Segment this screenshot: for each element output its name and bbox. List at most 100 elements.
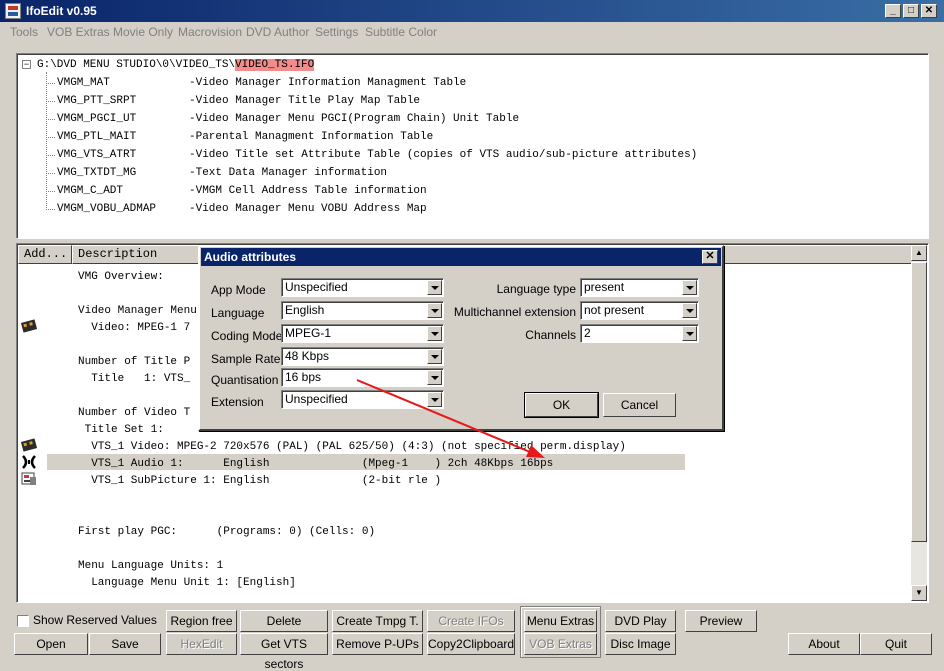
disc-image-button[interactable]: Disc Image (605, 633, 676, 655)
list-line[interactable]: Video: MPEG-1 7 (78, 320, 190, 336)
chevron-down-icon[interactable] (427, 370, 442, 385)
delete-playback-button[interactable]: Delete Playback (240, 610, 328, 648)
title-bar: IfoEdit v0.95 _ □ ✕ (0, 0, 944, 22)
vob-extras-button[interactable]: VOB Extras (524, 633, 597, 655)
language-value: English (285, 303, 325, 317)
quit-button[interactable]: Quit (860, 633, 932, 655)
language-type-select[interactable]: present (580, 278, 699, 297)
tree-item-desc: -Video Manager Information Managment Tab… (189, 77, 467, 89)
scroll-up-button[interactable]: ▲ (911, 245, 927, 261)
show-reserved-checkbox[interactable] (17, 615, 29, 627)
chevron-down-icon[interactable] (427, 392, 442, 407)
tree-root-node[interactable]: G:\DVD MENU STUDIO\0\VIDEO_TS\VIDEO_TS.I… (37, 57, 315, 73)
tree-root-file: VIDEO_TS.IFO (235, 59, 315, 71)
scroll-down-button[interactable]: ▼ (911, 585, 927, 601)
ok-button[interactable]: OK (524, 392, 599, 418)
app-mode-label: App Mode (211, 283, 266, 297)
scroll-thumb[interactable] (911, 262, 927, 542)
chevron-down-icon[interactable] (427, 349, 442, 364)
tree-item-name: VMGM_VOBU_ADMAP (57, 203, 157, 215)
show-reserved-label: Show Reserved Values (33, 613, 157, 627)
tree-item[interactable]: VMG_TXTDT_MG -Text Data Manager informati… (45, 165, 387, 181)
list-line[interactable]: VTS_1 SubPicture 1: English (2-bit rle ) (78, 473, 441, 489)
minimize-button[interactable]: _ (885, 4, 901, 18)
tree-item[interactable]: VMGM_PGCI_UT -Video Manager Menu PGCI(Pro… (45, 111, 519, 127)
quantisation-value: 16 bps (285, 370, 322, 384)
multichannel-extension-label: Multichannel extension (453, 305, 576, 319)
coding-mode-value: MPEG-1 (285, 326, 332, 340)
menu-movie-only[interactable]: Movie Only (113, 25, 173, 39)
chevron-down-icon[interactable] (427, 326, 442, 341)
list-line[interactable]: VTS_1 Video: MPEG-2 720x576 (PAL) (PAL 6… (78, 439, 626, 455)
column-header-address[interactable]: Add... (18, 245, 72, 264)
save-button[interactable]: Save (89, 633, 161, 655)
tree-collapse-toggle[interactable]: − (22, 60, 31, 69)
hexedit-button[interactable]: HexEdit (166, 633, 237, 655)
preview-button[interactable]: Preview (685, 610, 757, 632)
chevron-down-icon[interactable] (682, 326, 697, 341)
menu-vob-extras[interactable]: VOB Extras (47, 25, 110, 39)
app-mode-select[interactable]: Unspecified (281, 278, 444, 297)
vertical-scrollbar[interactable]: ▲ ▼ (911, 245, 927, 601)
create-tmpg-button[interactable]: Create Tmpg T. (332, 610, 423, 632)
open-button[interactable]: Open (14, 633, 88, 655)
multichannel-extension-select[interactable]: not present (580, 301, 699, 320)
extension-label: Extension (211, 395, 264, 409)
list-line[interactable]: First play PGC: (Programs: 0) (Cells: 0) (78, 524, 375, 540)
language-select[interactable]: English (281, 301, 444, 320)
tree-item-desc: -Video Title set Attribute Table (copies… (189, 149, 698, 161)
maximize-button[interactable]: □ (903, 4, 919, 18)
list-line[interactable]: Number of Title P (78, 354, 190, 370)
sample-rate-select[interactable]: 48 Kbps (281, 347, 444, 366)
sample-rate-value: 48 Kbps (285, 349, 330, 363)
dialog-close-button[interactable]: ✕ (702, 250, 718, 264)
list-line[interactable]: VMG Overview: (78, 269, 164, 285)
menu-settings[interactable]: Settings (315, 25, 358, 39)
menu-extras-button[interactable]: Menu Extras (524, 610, 597, 632)
app-mode-value: Unspecified (285, 280, 348, 294)
list-line[interactable]: Language Menu Unit 1: [English] (78, 575, 296, 591)
channels-select[interactable]: 2 (580, 324, 699, 343)
film-icon (20, 319, 38, 333)
tree-item-name: VMG_PTT_SRPT (57, 95, 137, 107)
multichannel-extension-value: not present (584, 303, 645, 317)
menu-subtitle-color[interactable]: Subtitle Color (365, 25, 437, 39)
tree-item[interactable]: VMG_PTT_SRPT -Video Manager Title Play Ma… (45, 93, 420, 109)
tree-item-name: VMGM_C_ADT (57, 185, 124, 197)
list-line[interactable]: Menu Language Units: 1 (78, 558, 223, 574)
list-line[interactable]: Title Set 1: (78, 422, 164, 438)
about-button[interactable]: About (788, 633, 860, 655)
ifo-tree[interactable]: − G:\DVD MENU STUDIO\0\VIDEO_TS\VIDEO_TS… (16, 53, 929, 239)
tree-item-name: VMG_VTS_ATRT (57, 149, 137, 161)
chevron-down-icon[interactable] (427, 303, 442, 318)
chevron-down-icon[interactable] (682, 280, 697, 295)
list-line-selected[interactable]: VTS_1 Audio 1: English (Mpeg-1 ) 2ch 48K… (78, 456, 553, 472)
tree-item-desc: -Text Data Manager information (189, 167, 388, 179)
close-button[interactable]: ✕ (921, 4, 937, 18)
cancel-button[interactable]: Cancel (603, 393, 676, 417)
tree-item[interactable]: VMG_PTL_MAIT -Parental Managment Informat… (45, 129, 433, 145)
chevron-down-icon[interactable] (682, 303, 697, 318)
tree-item[interactable]: VMGM_C_ADT -VMGM Cell Address Table infor… (45, 183, 427, 199)
tree-item[interactable]: VMG_VTS_ATRT -Video Title set Attribute T… (45, 147, 697, 163)
extension-select[interactable]: Unspecified (281, 390, 444, 409)
remove-pups-button[interactable]: Remove P-UPs (332, 633, 423, 655)
dvd-play-button[interactable]: DVD Play (605, 610, 676, 632)
copy2clipboard-button[interactable]: Copy2Clipboard (427, 633, 515, 655)
menu-macrovision[interactable]: Macrovision (178, 25, 242, 39)
list-line[interactable]: Number of Video T (78, 405, 190, 421)
get-vts-sectors-button[interactable]: Get VTS sectors (240, 633, 328, 671)
menu-tools[interactable]: Tools (10, 25, 38, 39)
tree-item[interactable]: VMGM_MAT -Video Manager Information Manag… (46, 75, 466, 91)
menu-dvd-author[interactable]: DVD Author (246, 25, 309, 39)
menu-bar: Tools VOB Extras Movie Only Macrovision … (0, 22, 944, 42)
chevron-down-icon[interactable] (427, 280, 442, 295)
audio-icon (22, 455, 36, 469)
list-line[interactable]: Title 1: VTS_ (78, 371, 190, 387)
quantisation-select[interactable]: 16 bps (281, 368, 444, 387)
coding-mode-select[interactable]: MPEG-1 (281, 324, 444, 343)
list-line[interactable]: Video Manager Menu (78, 303, 197, 319)
create-ifos-button[interactable]: Create IFOs (427, 610, 515, 632)
tree-item[interactable]: VMGM_VOBU_ADMAP -Video Manager Menu VOBU … (45, 201, 427, 217)
region-free-button[interactable]: Region free (166, 610, 237, 632)
